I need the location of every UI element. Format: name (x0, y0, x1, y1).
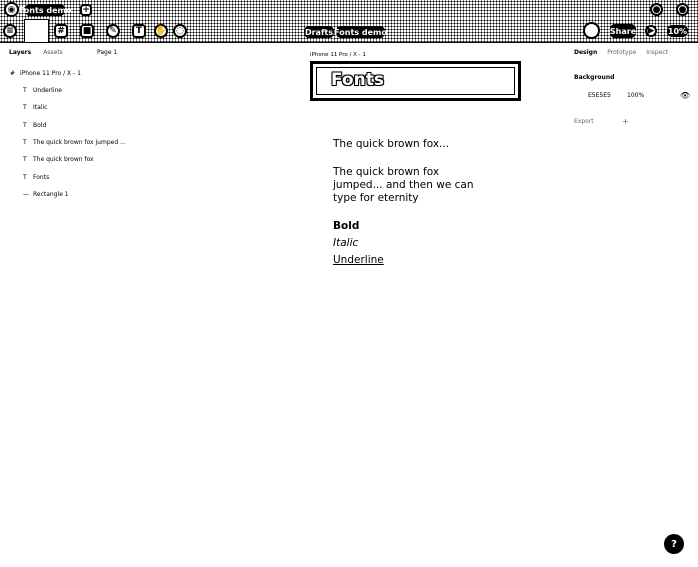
help-icon: ? (671, 538, 677, 550)
app-menu-icon[interactable]: ◉ (4, 2, 19, 17)
text-paragraph-line-2[interactable]: jumped... and then we can (333, 179, 474, 192)
tab-prototype[interactable]: Prototype (607, 49, 636, 56)
breadcrumb-file[interactable]: Fonts demo (334, 26, 387, 38)
text-layer-icon: T (23, 174, 27, 181)
layer-item[interactable]: T The quick brown fox jumped ... (23, 139, 126, 146)
eye-icon[interactable]: 👁 (680, 91, 690, 100)
comment-tool-icon[interactable]: ◌ (173, 24, 187, 38)
text-layer-icon: T (23, 156, 27, 163)
layer-name: The quick brown fox jumped ... (33, 139, 126, 146)
file-tab[interactable]: Fonts demo (19, 4, 71, 16)
user-avatar[interactable] (583, 22, 600, 39)
breadcrumb-file-label: Fonts demo (334, 27, 387, 37)
share-label: Share (609, 26, 637, 36)
rectangle-layer-icon: — (23, 191, 29, 198)
frame-icon: # (10, 70, 16, 77)
layer-item[interactable]: T Fonts (23, 174, 49, 181)
shape-tool-icon[interactable]: ■ (80, 24, 94, 38)
text-quick-brown-fox[interactable]: The quick brown fox... (333, 138, 449, 151)
background-hex-input[interactable]: E5E5E5 (588, 92, 611, 99)
file-tab-title: Fonts demo (18, 5, 72, 15)
layer-item[interactable]: T Bold (23, 122, 46, 129)
layer-name: Underline (33, 87, 62, 94)
layer-name: Bold (33, 122, 47, 129)
account-icon[interactable]: ● (650, 3, 663, 16)
layer-item[interactable]: — Rectangle 1 (23, 191, 69, 198)
pen-tool-icon[interactable]: ✎ (106, 24, 120, 38)
page-selector[interactable]: Page 1 (97, 49, 117, 56)
frame-tool-icon[interactable]: # (54, 24, 68, 38)
tab-layers[interactable]: Layers (9, 49, 31, 56)
frame-rectangle[interactable]: Fonts (310, 61, 521, 101)
text-bold[interactable]: Bold (333, 220, 359, 233)
text-underline[interactable]: Underline (333, 254, 384, 267)
layer-frame[interactable]: # iPhone 11 Pro / X - 1 (10, 70, 81, 77)
layer-name: The quick brown fox (33, 156, 94, 163)
breadcrumb-drafts-label: Drafts (304, 27, 334, 37)
help-button[interactable]: ? (664, 534, 684, 554)
text-layer-icon: T (23, 122, 27, 129)
left-panel-tabs: Layers Assets (9, 49, 63, 56)
main-menu-icon[interactable]: ≡ (3, 24, 17, 38)
hand-tool-icon[interactable]: ✋ (154, 24, 168, 38)
properties-panel: Design Prototype Inspect Background E5E5… (568, 43, 698, 567)
present-icon[interactable]: ▶ (645, 25, 657, 37)
share-button[interactable]: Share (610, 24, 636, 38)
plus-icon: + (82, 5, 90, 15)
layer-name: Rectangle 1 (33, 191, 69, 198)
zoom-label: 10% (667, 26, 688, 36)
background-section-label: Background (574, 74, 615, 81)
layer-item[interactable]: T Underline (23, 87, 62, 94)
text-layer-icon: T (23, 139, 27, 146)
layer-name: Fonts (33, 174, 50, 181)
text-paragraph-line-3[interactable]: type for eternity (333, 192, 419, 205)
title-bar (0, 0, 698, 19)
layer-name: Italic (33, 104, 48, 111)
tab-assets[interactable]: Assets (43, 49, 63, 56)
zoom-dropdown[interactable]: 10% (667, 25, 688, 37)
notifications-icon[interactable]: ● (676, 3, 689, 16)
breadcrumb-drafts[interactable]: Drafts (304, 26, 334, 38)
layers-panel: Layers Assets Page 1 # iPhone 11 Pro / X… (0, 43, 250, 567)
frame-caption[interactable]: iPhone 11 Pro / X - 1 (310, 52, 366, 58)
text-layer-icon: T (23, 87, 27, 94)
move-tool-button[interactable] (24, 19, 49, 42)
new-tab-button[interactable]: + (80, 4, 92, 16)
text-tool-icon[interactable]: T (132, 24, 146, 38)
tab-inspect[interactable]: Inspect (646, 49, 668, 56)
layer-item[interactable]: T The quick brown fox (23, 156, 94, 163)
text-paragraph-line-1[interactable]: The quick brown fox (333, 166, 439, 179)
export-section-label: Export (574, 118, 594, 125)
add-export-icon[interactable]: + (622, 117, 629, 126)
background-opacity-input[interactable]: 100% (627, 92, 644, 99)
fonts-title-text[interactable]: Fonts (331, 70, 384, 90)
tab-design[interactable]: Design (574, 49, 597, 56)
text-layer-icon: T (23, 104, 27, 111)
layer-name: iPhone 11 Pro / X - 1 (20, 70, 81, 77)
layer-item[interactable]: T Italic (23, 104, 47, 111)
right-panel-tabs: Design Prototype Inspect (574, 49, 668, 56)
text-italic[interactable]: Italic (333, 237, 358, 250)
